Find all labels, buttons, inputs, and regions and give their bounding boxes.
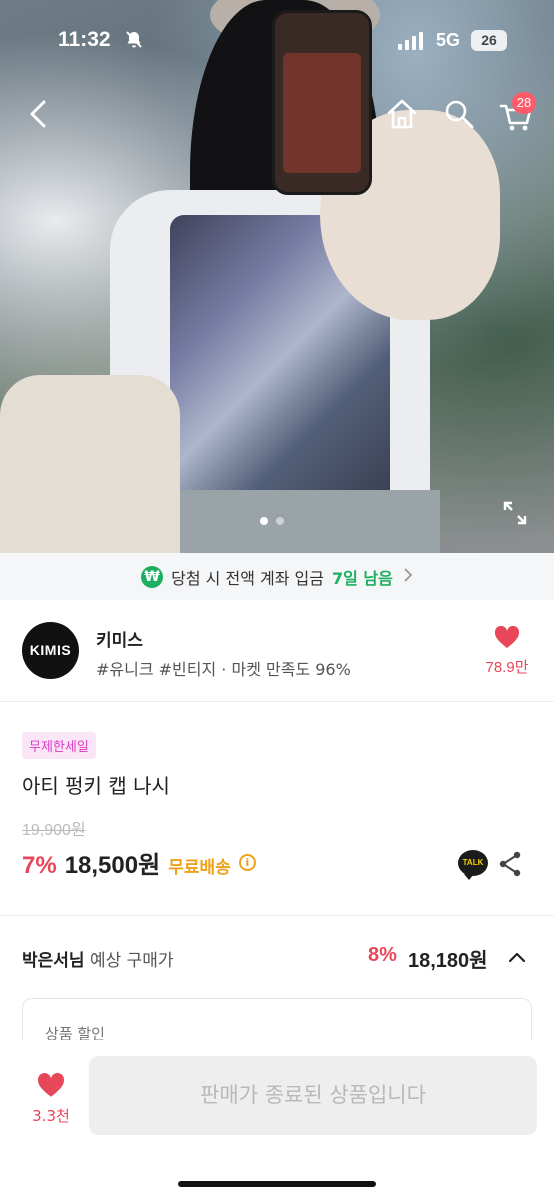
expected-price-row[interactable]: 박은서님 예상 구매가 8% 18,180원: [0, 916, 554, 996]
expected-label-text: 예상 구매가: [89, 951, 174, 971]
expected-rate: 8%: [368, 944, 397, 966]
status-time: 11:32: [58, 28, 111, 51]
promo-text: 당첨 시 전액 계좌 입금: [171, 568, 324, 588]
seller-like-button[interactable]: [494, 625, 520, 650]
seller-like-count: 78.9만: [485, 659, 529, 676]
bottom-action-bar: 3.3천 판매가 종료된 상품입니다: [0, 1040, 554, 1200]
user-name: 박은서님: [22, 951, 85, 971]
seller-tags: #유니크 #빈티지 · 마켓 만족도 96%: [96, 660, 351, 679]
chevron-left-icon: [30, 100, 46, 128]
kakao-talk-button[interactable]: TALK: [458, 850, 488, 880]
image-jeans: [180, 490, 440, 553]
heart-icon: [494, 625, 520, 648]
search-icon: [445, 100, 474, 129]
pagination-dot-active: [260, 517, 268, 525]
expand-icon: [503, 501, 527, 525]
share-button[interactable]: [498, 851, 522, 877]
signal-icon: [398, 32, 423, 50]
shipping-label: 무료배송: [168, 858, 231, 878]
original-price: 19,900원: [22, 822, 86, 839]
seller-name[interactable]: 키미스: [96, 626, 143, 651]
expected-price: 18,180원: [408, 950, 488, 972]
cart-count-badge: 28: [512, 92, 536, 114]
expand-image-button[interactable]: [502, 500, 528, 526]
product-title: 아티 펑키 캡 나시: [22, 774, 170, 798]
heart-icon: [37, 1072, 65, 1097]
sale-badge: 무제한세일: [22, 732, 96, 759]
pagination-dot: [276, 517, 284, 525]
battery-indicator: 26: [471, 30, 507, 51]
discount-rate: 7%: [22, 852, 57, 879]
image-bag: [0, 375, 180, 553]
product-info: 무제한세일 아티 펑키 캡 나시 19,900원 7% 18,500원 무료배송…: [0, 702, 554, 916]
back-button[interactable]: [24, 96, 56, 132]
home-button[interactable]: [384, 96, 420, 132]
info-icon[interactable]: i: [238, 854, 256, 871]
promo-banner[interactable]: ₩ 당첨 시 전액 계좌 입금 7일 남음: [0, 553, 554, 600]
sale-price: 18,500원: [64, 852, 161, 879]
seller-logo[interactable]: KIMIS: [22, 622, 79, 679]
bell-muted-icon: [124, 30, 144, 55]
won-icon: ₩: [141, 565, 164, 588]
price-row: 7% 18,500원 무료배송 i: [22, 845, 256, 880]
seller-section[interactable]: KIMIS 키미스 #유니크 #빈티지 · 마켓 만족도 96% 78.9만: [0, 600, 554, 702]
sold-out-button[interactable]: 판매가 종료된 상품입니다: [89, 1056, 537, 1135]
wish-button[interactable]: [37, 1072, 65, 1099]
status-bar: 11:32 5G 26: [0, 0, 554, 84]
gallery-pagination: [260, 517, 284, 525]
promo-highlight: 7일 남음: [331, 568, 393, 588]
home-indicator: [178, 1181, 376, 1187]
collapse-button[interactable]: [506, 946, 528, 968]
chevron-right-icon: [403, 567, 413, 587]
expected-price-label: 박은서님 예상 구매가: [22, 946, 174, 971]
share-icon: [499, 851, 521, 877]
wish-count: 3.3천: [32, 1107, 70, 1125]
home-icon: [387, 99, 417, 129]
search-button[interactable]: [442, 96, 476, 132]
chevron-up-icon: [508, 952, 526, 963]
network-label: 5G: [436, 30, 461, 50]
